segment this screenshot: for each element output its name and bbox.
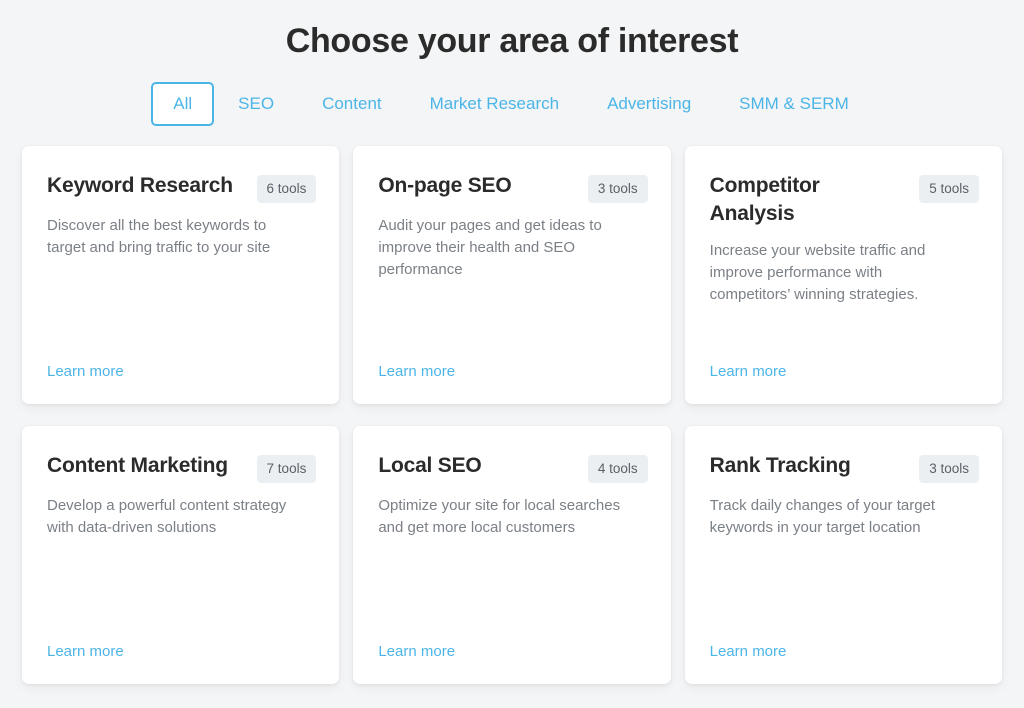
category-card[interactable]: Local SEO 4 tools Optimize your site for l… [353,426,671,684]
filter-tab-market-research[interactable]: Market Research [406,82,583,126]
card-header: Competitor Analysis 5 tools [710,172,979,228]
page-root: Choose your area of interest All SEO Conte… [0,0,1024,708]
card-description: Develop a powerful content strategy with… [47,497,287,536]
filter-tab-seo[interactable]: SEO [214,82,298,126]
page-title: Choose your area of interest [285,22,739,60]
card-title: On-page SEO [378,174,512,197]
card-title: Keyword Research [47,174,233,197]
learn-more-link[interactable]: Learn more [710,642,787,662]
learn-more-link[interactable]: Learn more [378,362,455,382]
learn-more-link[interactable]: Learn more [378,642,455,662]
card-title: Local SEO [378,454,482,477]
card-description: Increase your website traffic and improv… [709,242,926,303]
tools-count-badge: 3 tools [919,455,979,483]
category-card[interactable]: Rank Tracking 3 tools Track daily changes … [684,426,1002,684]
tools-count-badge: 4 tools [587,455,648,483]
learn-more-link[interactable]: Learn more [47,362,124,382]
filter-tab-advertising[interactable]: Advertising [583,82,715,126]
card-description: Discover all the best keywords to target… [47,217,271,256]
filter-tab-content[interactable]: Content [298,82,406,126]
card-description: Optimize your site for local searches an… [378,497,621,536]
card-header: Content Marketing 7 tools [47,452,317,483]
card-header: Rank Tracking 3 tools [710,452,979,483]
filter-tab-smm-serm[interactable]: SMM & SERM [715,82,873,126]
filter-tab-all[interactable]: All [151,82,215,126]
card-title: Rank Tracking [709,454,851,477]
card-header: On-page SEO 3 tools [378,172,648,203]
card-title: Competitor Analysis [709,174,820,225]
category-card[interactable]: Content Marketing 7 tools Develop a powerf… [22,426,340,684]
card-header: Keyword Research 6 tools [47,172,317,203]
card-title: Content Marketing [47,454,228,477]
card-description: Audit your pages and get ideas to improv… [378,217,602,278]
filter-tab-bar: All SEO Content Market Research Advertising S… [0,82,1024,126]
category-card[interactable]: Competitor Analysis 5 tools Increase your … [684,146,1002,404]
tools-count-badge: 6 tools [256,175,317,203]
card-description: Track daily changes of your target keywo… [709,497,936,536]
tools-count-badge: 5 tools [919,175,979,203]
tools-count-badge: 3 tools [587,175,648,203]
category-card-grid: Keyword Research 6 tools Discover all the … [22,146,1002,684]
tools-count-badge: 7 tools [256,455,317,483]
learn-more-link[interactable]: Learn more [710,362,787,382]
learn-more-link[interactable]: Learn more [47,642,124,662]
category-card[interactable]: On-page SEO 3 tools Audit your pages and g… [353,146,671,404]
card-header: Local SEO 4 tools [378,452,648,483]
category-card[interactable]: Keyword Research 6 tools Discover all the … [22,146,340,404]
